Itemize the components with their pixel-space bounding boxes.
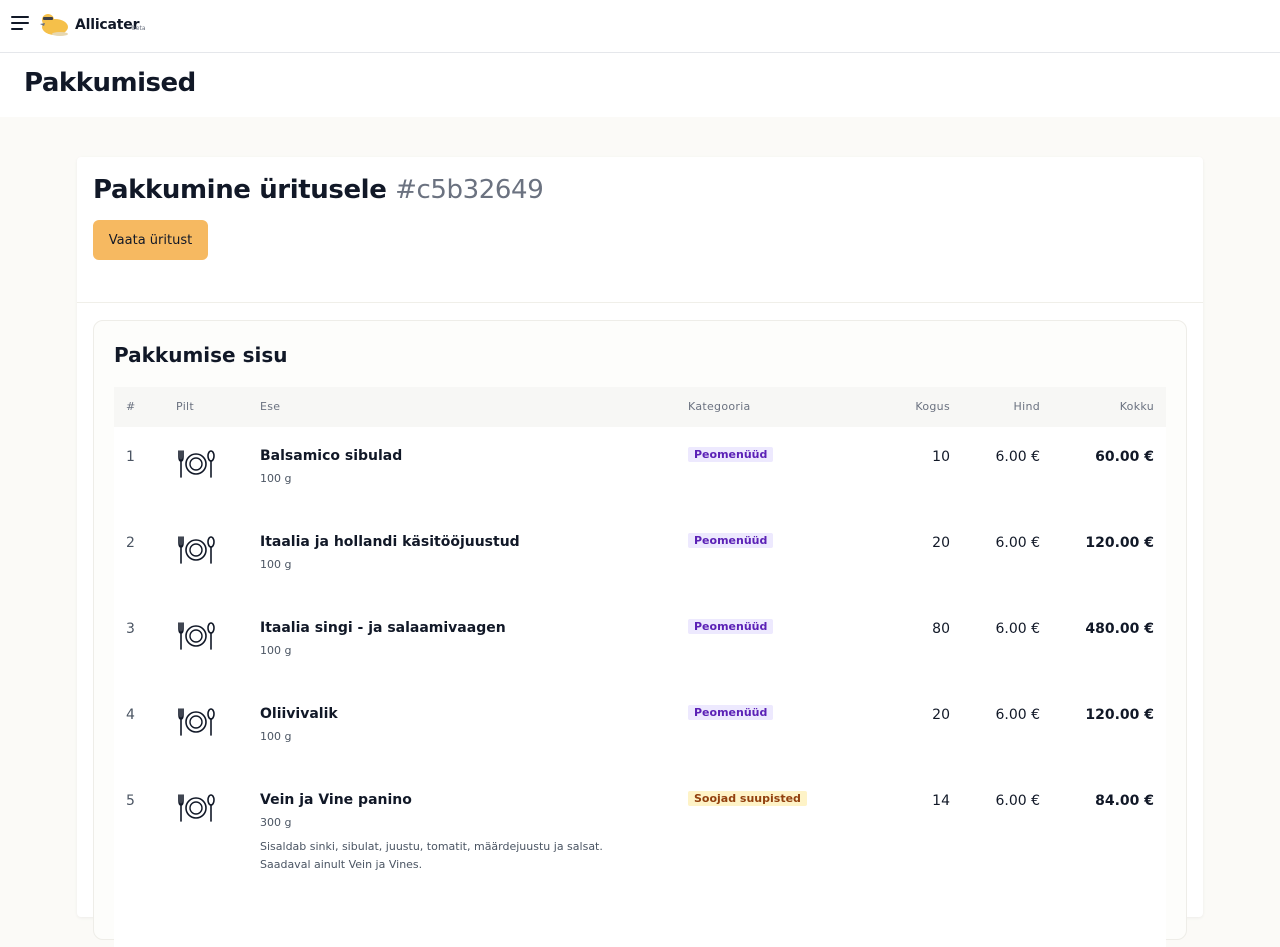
offer-reference: #c5b32649 <box>395 175 544 205</box>
item-price: 6.00 € <box>995 449 1040 465</box>
item-price: 6.00 € <box>995 535 1040 551</box>
item-weight: 100 g <box>260 644 292 657</box>
table-row[interactable]: 5 Vein ja Vine panino 300 g Sisaldab sin… <box>114 771 1166 891</box>
item-weight: 100 g <box>260 558 292 571</box>
row-number: 4 <box>126 707 135 723</box>
view-event-button[interactable]: Vaata üritust <box>93 220 208 260</box>
item-description-line: Saadaval ainult Vein ja Vines. <box>260 858 423 871</box>
page-header: Pakkumised <box>0 53 1280 117</box>
category-badge: Peomenüüd <box>688 533 774 548</box>
table-row[interactable]: 1 Balsamico sibulad 100 g Peomenüüd 10 6… <box>114 427 1166 513</box>
item-price: 6.00 € <box>995 793 1040 809</box>
top-bar: Allicater beta <box>0 0 1280 53</box>
item-total: 60.00 € <box>1095 449 1154 465</box>
page-title: Pakkumised <box>24 68 196 98</box>
item-name: Oliivivalik <box>260 706 338 722</box>
row-number: 3 <box>126 621 135 637</box>
item-name: Itaalia singi - ja salaamivaagen <box>260 620 506 636</box>
category-badge: Peomenüüd <box>688 619 774 634</box>
hamburger-menu-icon[interactable] <box>11 16 29 30</box>
plate-cutlery-icon <box>178 450 215 478</box>
table-header: # Pilt Ese Kategooria Kogus Hind Kokku <box>114 387 1166 427</box>
table-row[interactable]: 4 Oliivivalik 100 g Peomenüüd 20 6.00 € … <box>114 685 1166 771</box>
item-quantity: 80 <box>932 621 950 637</box>
plate-cutlery-icon <box>178 622 215 650</box>
header-num: # <box>126 400 136 413</box>
row-number: 5 <box>126 793 135 809</box>
item-quantity: 14 <box>932 793 950 809</box>
plate-cutlery-icon <box>178 708 215 736</box>
item-name: Vein ja Vine panino <box>260 792 412 808</box>
header-picture: Pilt <box>176 400 195 413</box>
item-total: 120.00 € <box>1085 535 1154 551</box>
item-name: Itaalia ja hollandi käsitööjuustud <box>260 534 520 550</box>
row-number: 1 <box>126 449 135 465</box>
item-name: Balsamico sibulad <box>260 448 403 464</box>
header-price: Hind <box>1013 400 1040 413</box>
category-badge: Peomenüüd <box>688 447 774 462</box>
category-badge: Soojad suupisted <box>688 791 807 806</box>
item-total: 120.00 € <box>1085 707 1154 723</box>
divider <box>77 302 1203 303</box>
plate-cutlery-icon <box>178 794 215 822</box>
item-price: 6.00 € <box>995 621 1040 637</box>
header-quantity: Kogus <box>915 400 950 413</box>
table-row[interactable]: 2 Itaalia ja hollandi käsitööjuustud 100… <box>114 513 1166 599</box>
contents-title: Pakkumise sisu <box>114 343 288 367</box>
offer-title: Pakkumine üritusele #c5b32649 <box>93 175 544 205</box>
item-quantity: 20 <box>932 535 950 551</box>
item-description-line: Sisaldab sinki, sibulat, juustu, tomatit… <box>260 840 603 853</box>
item-weight: 100 g <box>260 472 292 485</box>
item-weight: 100 g <box>260 730 292 743</box>
beta-badge: beta <box>132 25 146 32</box>
item-quantity: 20 <box>932 707 950 723</box>
table-row[interactable]: 3 Itaalia singi - ja salaamivaagen 100 g… <box>114 599 1166 685</box>
allicater-logo-icon[interactable] <box>38 10 70 38</box>
item-total: 84.00 € <box>1095 793 1154 809</box>
table-body: 1 Balsamico sibulad 100 g Peomenüüd 10 6… <box>114 427 1166 947</box>
header-total: Kokku <box>1119 400 1154 413</box>
header-category: Kategooria <box>688 400 751 413</box>
row-number: 2 <box>126 535 135 551</box>
category-badge: Peomenüüd <box>688 705 774 720</box>
item-total: 480.00 € <box>1085 621 1154 637</box>
header-item: Ese <box>260 400 281 413</box>
plate-cutlery-icon <box>178 536 215 564</box>
offer-card: Pakkumine üritusele #c5b32649 Vaata ürit… <box>77 157 1203 947</box>
offer-title-text: Pakkumine üritusele <box>93 175 387 205</box>
item-description: Sisaldab sinki, sibulat, juustu, tomatit… <box>260 838 660 874</box>
brand-name[interactable]: Allicater <box>75 17 139 33</box>
item-price: 6.00 € <box>995 707 1040 723</box>
item-quantity: 10 <box>932 449 950 465</box>
item-weight: 300 g <box>260 816 292 829</box>
offer-contents-panel: Pakkumise sisu # Pilt Ese Kategooria Kog… <box>93 320 1187 947</box>
